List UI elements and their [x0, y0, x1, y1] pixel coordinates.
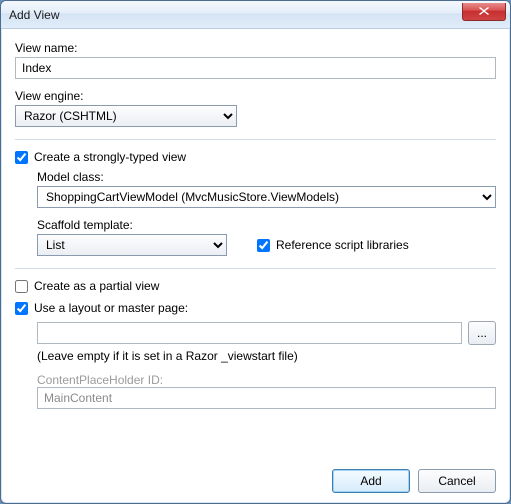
scaffold-label: Scaffold template: [37, 218, 496, 232]
model-class-label: Model class: [37, 170, 496, 184]
add-view-dialog: Add View View name: View engine: Razor (… [0, 0, 511, 504]
close-button[interactable] [462, 3, 506, 21]
separator [15, 268, 496, 269]
use-layout-label: Use a layout or master page: [34, 301, 188, 315]
strongly-typed-label: Create a strongly-typed view [34, 150, 186, 164]
cancel-button[interactable]: Cancel [418, 469, 496, 493]
partial-view-label: Create as a partial view [34, 279, 159, 293]
layout-path-input[interactable] [37, 322, 462, 344]
strongly-typed-checkbox[interactable] [15, 151, 28, 164]
reference-scripts-checkbox[interactable] [257, 239, 270, 252]
titlebar: Add View [1, 1, 510, 29]
model-class-select[interactable]: ShoppingCartViewModel (MvcMusicStore.Vie… [37, 186, 496, 208]
window-title: Add View [9, 8, 462, 22]
add-button[interactable]: Add [332, 469, 410, 493]
view-engine-select[interactable]: Razor (CSHTML) [15, 105, 237, 127]
reference-scripts-label: Reference script libraries [276, 238, 409, 252]
cph-input [37, 387, 496, 409]
browse-button[interactable]: ... [468, 321, 496, 345]
layout-hint: (Leave empty if it is set in a Razor _vi… [37, 349, 496, 363]
partial-view-checkbox[interactable] [15, 280, 28, 293]
scaffold-select[interactable]: List [37, 234, 227, 256]
view-engine-label: View engine: [15, 89, 496, 103]
cph-label: ContentPlaceHolder ID: [37, 373, 496, 387]
separator [15, 139, 496, 140]
view-name-label: View name: [15, 41, 496, 55]
use-layout-checkbox[interactable] [15, 302, 28, 315]
view-name-input[interactable] [15, 57, 496, 79]
close-icon [479, 7, 489, 15]
